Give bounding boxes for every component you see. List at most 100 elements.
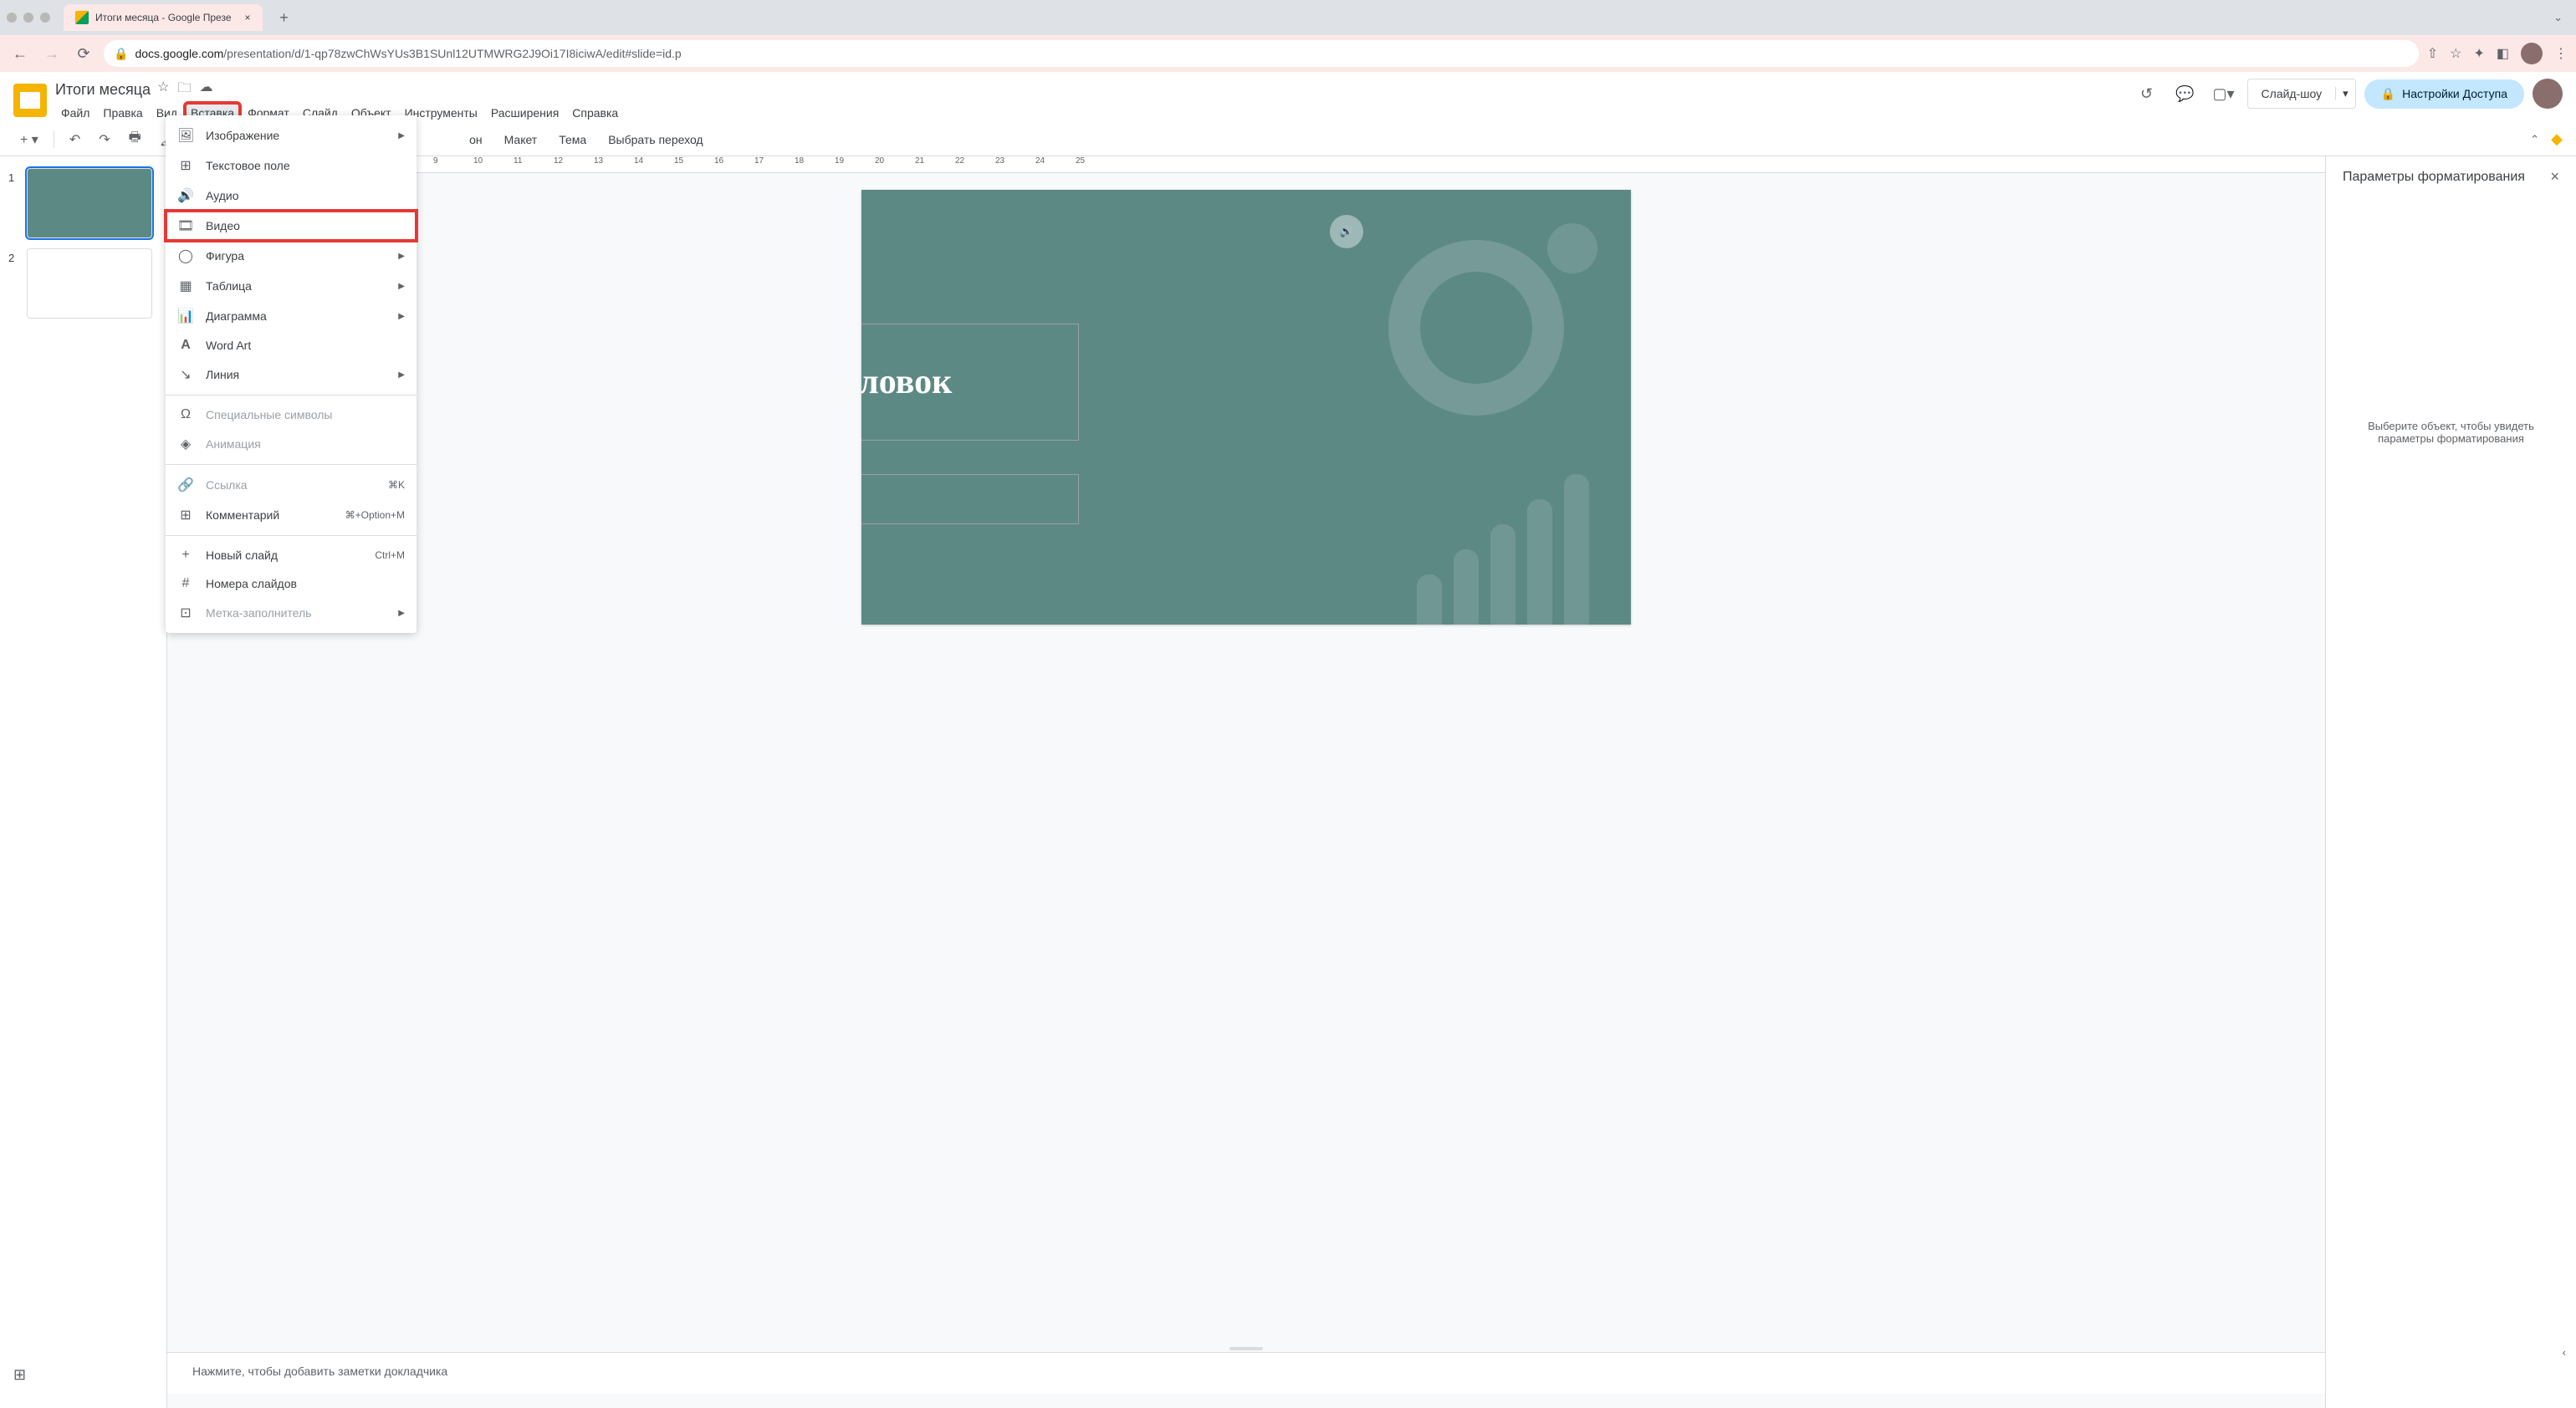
textbox-icon: ⊞ [177, 157, 194, 174]
video-icon: 🎞 [177, 217, 194, 234]
window-controls [7, 13, 50, 23]
profile-avatar[interactable] [2521, 43, 2543, 64]
dd-special-chars: ΩСпециальные символы [166, 400, 417, 429]
star-doc-icon[interactable]: ☆ [157, 79, 169, 101]
notes-resize-handle[interactable] [1229, 1347, 1263, 1350]
slideshow-button[interactable]: Слайд-шоу ▾ [2247, 79, 2356, 109]
dd-wordart[interactable]: AWord Art [166, 331, 417, 360]
lock-icon: 🔒 [2381, 87, 2395, 101]
title-text: е заголовок [861, 362, 952, 402]
audio-object-icon[interactable]: 🔊 [1330, 215, 1363, 248]
url-input[interactable]: 🔒 docs.google.com/presentation/d/1-qp78z… [104, 40, 2419, 67]
dd-shape[interactable]: ◯Фигура▶ [166, 241, 417, 271]
decoration-circle [1388, 240, 1564, 416]
speaker-notes[interactable]: Нажмите, чтобы добавить заметки докладчи… [167, 1352, 2325, 1394]
move-doc-icon[interactable]: 🗀 [177, 79, 191, 101]
tool-background[interactable]: он [461, 128, 491, 151]
title-placeholder[interactable]: е заголовок [861, 324, 1079, 441]
tool-theme[interactable]: Тема [550, 128, 595, 151]
chart-icon: 📊 [177, 308, 194, 324]
dd-link: 🔗Ссылка⌘K [166, 470, 417, 500]
submenu-arrow-icon: ▶ [398, 131, 405, 140]
close-sidebar-icon[interactable]: × [2550, 168, 2559, 186]
history-button[interactable]: ↺ [2132, 79, 2162, 109]
back-button[interactable]: ← [8, 42, 32, 65]
wordart-icon: A [177, 338, 194, 353]
browser-tab[interactable]: Итоги месяца - Google Презе × [64, 4, 263, 31]
browser-tab-strip: Итоги месяца - Google Презе × + ⌄ [0, 0, 2576, 35]
omega-icon: Ω [177, 407, 194, 422]
account-avatar[interactable] [2533, 79, 2563, 109]
menu-help[interactable]: Справка [566, 103, 624, 123]
slide-thumbnail-1[interactable] [27, 168, 152, 238]
menu-separator [166, 535, 417, 536]
expand-sidepanel-icon[interactable]: ‹ [2563, 1346, 2566, 1359]
format-sidebar: Параметры форматирования × Выберите объе… [2325, 156, 2576, 1408]
dd-textbox[interactable]: ⊞Текстовое поле [166, 150, 417, 181]
menu-extensions[interactable]: Расширения [485, 103, 565, 123]
forward-button[interactable]: → [40, 42, 64, 65]
extensions-icon[interactable]: ✦ [2473, 45, 2484, 62]
format-options-icon[interactable]: ◆ [2551, 130, 2563, 148]
dd-image[interactable]: 🖼Изображение▶ [166, 120, 417, 150]
sidebar-title: Параметры форматирования [2343, 170, 2542, 185]
submenu-arrow-icon: ▶ [398, 609, 405, 618]
explore-icon[interactable]: ⊞ [13, 1366, 26, 1384]
comments-button[interactable]: 💬 [2170, 79, 2200, 109]
menu-separator [166, 464, 417, 465]
print-button[interactable]: 🖶 [122, 123, 148, 156]
dd-chart[interactable]: 📊Диаграмма▶ [166, 301, 417, 331]
chevron-down-icon[interactable]: ⌄ [2553, 11, 2563, 24]
close-tab-icon[interactable]: × [245, 12, 251, 23]
collapse-toolbar-icon[interactable]: ⌃ [2530, 133, 2539, 146]
animation-icon: ◈ [177, 436, 194, 452]
filmstrip: 1 2 [0, 156, 167, 1408]
minimize-window[interactable] [23, 13, 33, 23]
slide-thumbnail-2[interactable] [27, 248, 152, 319]
dd-line[interactable]: ↘Линия▶ [166, 360, 417, 390]
subtitle-placeholder[interactable]: головок [861, 474, 1079, 524]
dd-animation: ◈Анимация [166, 429, 417, 459]
notes-placeholder: Нажмите, чтобы добавить заметки докладчи… [192, 1365, 447, 1378]
close-window[interactable] [7, 13, 17, 23]
line-icon: ↘ [177, 366, 194, 383]
dd-new-slide[interactable]: +Новый слайдCtrl+M [166, 541, 417, 569]
tool-transition[interactable]: Выбрать переход [600, 128, 711, 151]
dd-audio[interactable]: 🔊Аудио [166, 181, 417, 211]
tool-layout[interactable]: Макет [496, 128, 546, 151]
maximize-window[interactable] [40, 13, 50, 23]
audio-icon: 🔊 [177, 187, 194, 204]
new-slide-tool[interactable]: + ▾ [13, 126, 45, 153]
menu-edit[interactable]: Правка [97, 103, 148, 123]
dd-placeholder: ⊡Метка-заполнитель▶ [166, 598, 417, 628]
dd-video[interactable]: 🎞Видео [166, 211, 417, 241]
kebab-menu-icon[interactable]: ⋮ [2554, 45, 2568, 62]
bottom-left-controls: ⊞ [13, 1366, 26, 1384]
undo-button[interactable]: ↶ [63, 126, 87, 153]
star-icon[interactable]: ☆ [2450, 45, 2461, 62]
dd-slide-numbers[interactable]: #Номера слайдов [166, 569, 417, 598]
reload-button[interactable]: ⟳ [72, 42, 95, 65]
table-icon: ▦ [177, 278, 194, 294]
url-host: docs.google.com [135, 47, 223, 60]
slide-canvas[interactable]: 🔊 е заголовок головок [861, 190, 1631, 625]
new-tab-button[interactable]: + [273, 6, 296, 29]
horizontal-ruler: 345678910111213141516171819202122232425 [167, 156, 2325, 173]
image-icon: 🖼 [177, 127, 194, 144]
redo-button[interactable]: ↷ [92, 126, 116, 153]
dd-table[interactable]: ▦Таблица▶ [166, 271, 417, 301]
cloud-status-icon[interactable]: ☁ [199, 79, 212, 101]
submenu-arrow-icon: ▶ [398, 312, 405, 321]
dd-comment[interactable]: ⊞Комментарий⌘+Option+M [166, 500, 417, 530]
menu-file[interactable]: Файл [55, 103, 95, 123]
document-title[interactable]: Итоги месяца [55, 81, 151, 99]
thumb-number: 1 [8, 168, 20, 184]
share-button[interactable]: 🔒 Настройки Доступа [2364, 79, 2524, 109]
slides-logo[interactable] [13, 84, 47, 117]
sidepanel-icon[interactable]: ◧ [2497, 45, 2509, 62]
present-meet-button[interactable]: ▢▾ [2209, 79, 2239, 109]
submenu-arrow-icon: ▶ [398, 282, 405, 291]
slideshow-dropdown[interactable]: ▾ [2335, 87, 2355, 100]
upload-icon[interactable]: ⇧ [2427, 45, 2438, 62]
submenu-arrow-icon: ▶ [398, 252, 405, 261]
